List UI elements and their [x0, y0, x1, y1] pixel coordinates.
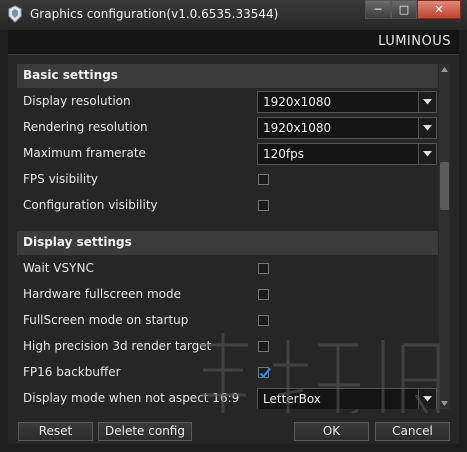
setting-label: Hardware fullscreen mode	[23, 287, 181, 301]
setting-row-high-precision-rt: High precision 3d render target	[17, 334, 438, 360]
vertical-scrollbar[interactable]	[439, 64, 450, 409]
minimize-button[interactable]: ─	[365, 0, 391, 19]
setting-row-display-mode-aspect: Display mode when not aspect 16:9 Letter…	[17, 386, 438, 409]
maximize-icon: □	[398, 3, 410, 16]
setting-row-display-resolution: Display resolution 1920x1080	[17, 89, 438, 115]
app-logo-icon	[7, 5, 23, 23]
reset-button[interactable]: Reset	[18, 422, 93, 441]
title-bar[interactable]: Graphics configuration(v1.0.6535.33544) …	[0, 0, 467, 30]
setting-row-config-visibility: Configuration visibility	[17, 193, 438, 219]
close-icon: ✕	[434, 3, 444, 16]
display-mode-aspect-select[interactable]: LetterBox	[257, 388, 437, 409]
setting-row-wait-vsync: Wait VSYNC	[17, 256, 438, 282]
setting-label: FPS visibility	[23, 172, 99, 186]
fp16-backbuffer-checkbox[interactable]	[258, 367, 271, 378]
checkmark-icon	[259, 367, 271, 378]
display-resolution-select[interactable]: 1920x1080	[257, 91, 437, 113]
scroll-down-icon[interactable]	[439, 398, 450, 409]
config-visibility-checkbox[interactable]	[258, 200, 269, 211]
section-header-display: Display settings	[17, 231, 438, 255]
button-bar: Reset Delete config OK Cancel	[8, 413, 459, 444]
fullscreen-startup-checkbox[interactable]	[258, 315, 269, 326]
setting-row-rendering-resolution: Rendering resolution 1920x1080	[17, 115, 438, 141]
window-title: Graphics configuration(v1.0.6535.33544)	[30, 7, 279, 21]
max-framerate-select[interactable]: 120fps	[257, 143, 437, 165]
settings-panel: Basic settings Display resolution 1920x1…	[8, 55, 459, 435]
chevron-down-icon[interactable]	[418, 92, 436, 112]
chevron-down-icon[interactable]	[418, 144, 436, 164]
select-value: LetterBox	[263, 392, 321, 406]
setting-label: FullScreen mode on startup	[23, 313, 189, 327]
settings-list: Basic settings Display resolution 1920x1…	[17, 64, 438, 409]
high-precision-rt-checkbox[interactable]	[258, 341, 269, 352]
select-value: 1920x1080	[263, 95, 332, 109]
setting-label: FP16 backbuffer	[23, 365, 121, 379]
scroll-up-icon[interactable]	[439, 64, 450, 75]
hw-fullscreen-checkbox[interactable]	[258, 289, 269, 300]
chevron-down-icon[interactable]	[418, 389, 436, 409]
window-controls: ─ □ ✕	[365, 0, 461, 20]
minimize-icon: ─	[374, 3, 382, 16]
setting-label: Display mode when not aspect 16:9	[23, 391, 240, 405]
select-value: 120fps	[263, 147, 304, 161]
delete-config-button[interactable]: Delete config	[98, 422, 192, 441]
wait-vsync-checkbox[interactable]	[258, 263, 269, 274]
setting-row-fp16-backbuffer: FP16 backbuffer	[17, 360, 438, 386]
scrollbar-thumb[interactable]	[440, 162, 449, 210]
graphics-config-window: Graphics configuration(v1.0.6535.33544) …	[0, 0, 467, 452]
setting-row-max-framerate: Maximum framerate 120fps	[17, 141, 438, 167]
setting-label: Display resolution	[23, 94, 131, 108]
brand-bar: LUMINOUS	[8, 30, 459, 55]
setting-label: Wait VSYNC	[23, 261, 94, 275]
setting-row-fps-visibility: FPS visibility	[17, 167, 438, 193]
select-value: 1920x1080	[263, 121, 332, 135]
setting-label: Configuration visibility	[23, 198, 158, 212]
setting-label: High precision 3d render target	[23, 339, 212, 353]
brand-logo: LUMINOUS	[378, 34, 451, 49]
setting-label: Rendering resolution	[23, 120, 148, 134]
maximize-button[interactable]: □	[391, 0, 417, 19]
chevron-down-icon[interactable]	[418, 118, 436, 138]
setting-row-fullscreen-startup: FullScreen mode on startup	[17, 308, 438, 334]
rendering-resolution-select[interactable]: 1920x1080	[257, 117, 437, 139]
setting-row-hw-fullscreen: Hardware fullscreen mode	[17, 282, 438, 308]
fps-visibility-checkbox[interactable]	[258, 174, 269, 185]
cancel-button[interactable]: Cancel	[375, 422, 450, 441]
close-button[interactable]: ✕	[417, 0, 461, 19]
ok-button[interactable]: OK	[294, 422, 369, 441]
setting-label: Maximum framerate	[23, 146, 146, 160]
section-header-basic: Basic settings	[17, 64, 438, 88]
